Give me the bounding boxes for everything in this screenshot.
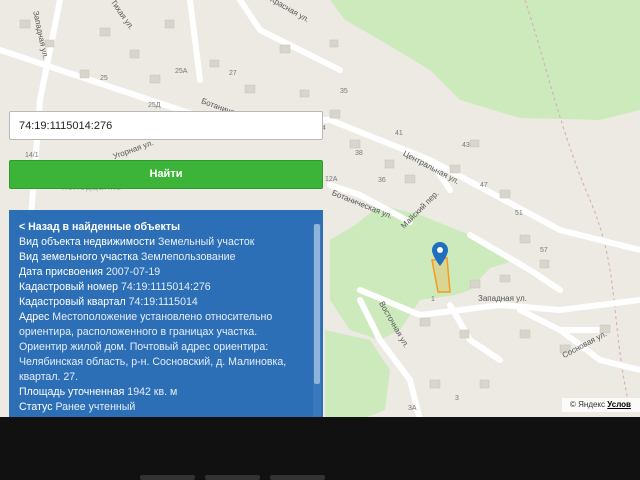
house-number: 12А [325, 176, 338, 183]
info-row: Вид объекта недвижимости Земельный участ… [19, 235, 305, 250]
house-number: 14/1 [25, 152, 39, 159]
street-label: Западная ул. [478, 294, 527, 303]
info-row-key: Кадастровый номер [19, 281, 118, 293]
house-number: 25А [175, 68, 188, 75]
info-row: Вид земельного участка Землепользование [19, 250, 305, 265]
house-number: 43 [462, 142, 470, 149]
bottom-tab [140, 475, 195, 480]
info-row-key: Вид объекта недвижимости [19, 236, 156, 248]
info-row-value: Местоположение установлено относительно … [19, 311, 287, 383]
scrollbar-thumb[interactable] [314, 224, 320, 384]
info-row-key: Статус [19, 401, 53, 413]
info-row-key: Вид земельного участка [19, 251, 139, 263]
house-number: 1 [431, 296, 435, 303]
house-number: 36 [378, 177, 386, 184]
info-row: Адрес Местоположение установлено относит… [19, 310, 305, 385]
info-row-value: Ранее учтенный [55, 401, 136, 413]
bottom-tab [205, 475, 260, 480]
info-row: Дата присвоения 2007-07-19 [19, 265, 305, 280]
location-marker-icon[interactable] [432, 242, 448, 266]
find-button[interactable]: Найти [9, 160, 323, 189]
house-number: 25Д [148, 102, 161, 109]
back-to-results-link[interactable]: < Назад в найденные объекты [19, 220, 305, 235]
info-row-value: 2007-07-19 [106, 266, 161, 278]
info-row-value: Землепользование [141, 251, 236, 263]
house-number: 3 [455, 395, 459, 402]
cadastral-search-input[interactable] [9, 111, 323, 140]
copyright-text: © Яндекс [570, 400, 606, 409]
house-number: 57 [540, 247, 548, 254]
house-number: 47 [480, 182, 488, 189]
house-number: 35 [340, 88, 348, 95]
info-row: Площадь уточненная 1942 кв. м [19, 385, 305, 400]
house-number: 25 [100, 75, 108, 82]
bottom-bar [0, 417, 640, 480]
bottom-tab [270, 475, 325, 480]
map-copyright: © Яндекс Услов [562, 398, 640, 412]
house-number: 51 [515, 210, 523, 217]
terms-link[interactable]: Услов [607, 400, 631, 409]
house-number: 38 [355, 150, 363, 157]
info-row: Статус Ранее учтенный [19, 400, 305, 415]
house-number: 3А [408, 405, 417, 412]
info-row-key: Площадь уточненная [19, 386, 125, 398]
house-number: 27 [229, 70, 237, 77]
info-row-key: Дата присвоения [19, 266, 104, 278]
info-row-key: Кадастровый квартал [19, 296, 126, 308]
info-row-value: 74:19:1115014:276 [120, 281, 211, 293]
info-row-value: Земельный участок [158, 236, 255, 248]
house-number: 41 [395, 130, 403, 137]
info-row-value: 74:19:1115014 [128, 296, 198, 308]
info-row-key: Адрес [19, 311, 50, 323]
info-row: Кадастровый квартал 74:19:1115014 [19, 295, 305, 310]
info-row-value: 1942 кв. м [127, 386, 178, 398]
info-row: Кадастровый номер 74:19:1115014:276 [19, 280, 305, 295]
